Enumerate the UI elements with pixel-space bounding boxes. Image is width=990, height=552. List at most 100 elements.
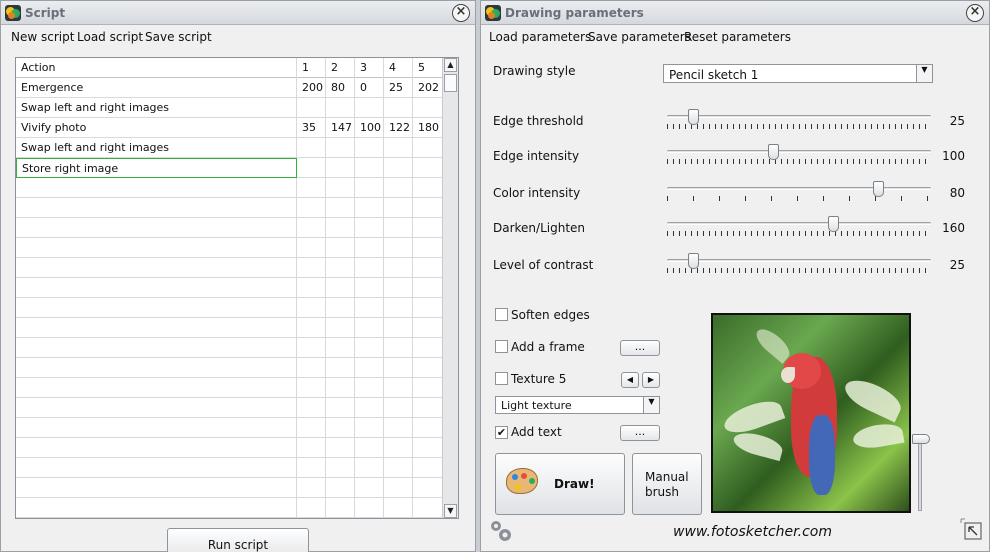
manual-brush-button[interactable]: Manual brush xyxy=(632,453,702,515)
grid-cell[interactable] xyxy=(297,498,326,518)
grid-cell[interactable]: Vivify photo xyxy=(16,118,297,138)
table-row[interactable] xyxy=(16,178,443,198)
slider-thumb[interactable] xyxy=(688,109,700,125)
grid-cell[interactable] xyxy=(413,378,443,398)
slider-thumb[interactable] xyxy=(828,216,840,232)
grid-cell[interactable] xyxy=(355,278,384,298)
grid-cell[interactable] xyxy=(413,138,443,158)
grid-cell[interactable] xyxy=(355,358,384,378)
table-row[interactable]: Swap left and right images xyxy=(16,138,443,158)
add-frame-checkbox[interactable] xyxy=(495,340,508,353)
table-row[interactable]: Vivify photo 35 147 100 122 180 xyxy=(16,118,443,138)
grid-scrollbar[interactable]: ▲ ▼ xyxy=(442,58,458,518)
grid-cell[interactable] xyxy=(326,398,355,418)
grid-cell[interactable] xyxy=(16,398,297,418)
grid-cell[interactable] xyxy=(297,178,326,198)
grid-cell[interactable] xyxy=(413,478,443,498)
grid-cell[interactable] xyxy=(413,98,443,118)
grid-cell[interactable]: Swap left and right images xyxy=(16,98,297,118)
grid-cell[interactable] xyxy=(16,278,297,298)
grid-cell[interactable] xyxy=(297,258,326,278)
table-row[interactable] xyxy=(16,278,443,298)
grid-cell[interactable] xyxy=(355,218,384,238)
texture-type-select[interactable]: Light texture ▼ xyxy=(495,396,660,414)
grid-cell[interactable] xyxy=(355,318,384,338)
table-row[interactable] xyxy=(16,198,443,218)
table-row[interactable] xyxy=(16,238,443,258)
grid-cell[interactable] xyxy=(384,258,413,278)
grid-cell[interactable] xyxy=(326,198,355,218)
grid-cell[interactable] xyxy=(384,478,413,498)
grid-cell[interactable] xyxy=(384,178,413,198)
drawing-style-select[interactable]: Pencil sketch 1 ▼ xyxy=(663,64,933,83)
table-row[interactable] xyxy=(16,358,443,378)
preview-zoom-slider-track[interactable] xyxy=(918,439,922,511)
menu-reset-parameters[interactable]: Reset parameters xyxy=(684,30,791,44)
grid-cell[interactable] xyxy=(326,498,355,518)
scroll-down-icon[interactable]: ▼ xyxy=(444,504,457,518)
grid-cell[interactable]: 200 xyxy=(297,78,326,98)
table-row[interactable] xyxy=(16,258,443,278)
table-row[interactable] xyxy=(16,438,443,458)
table-row[interactable] xyxy=(16,458,443,478)
grid-cell[interactable] xyxy=(297,378,326,398)
grid-cell[interactable] xyxy=(16,438,297,458)
grid-cell[interactable] xyxy=(326,358,355,378)
grid-cell[interactable] xyxy=(326,98,355,118)
texture-prev-icon[interactable]: ◀ xyxy=(621,372,639,388)
slider-track[interactable] xyxy=(667,222,931,225)
grid-cell[interactable] xyxy=(16,258,297,278)
grid-cell[interactable] xyxy=(326,178,355,198)
slider-track[interactable] xyxy=(667,150,931,153)
grid-cell[interactable] xyxy=(384,158,413,178)
grid-cell[interactable] xyxy=(355,438,384,458)
parameter-slider[interactable] xyxy=(667,253,931,277)
run-script-button[interactable]: Run script xyxy=(167,528,309,552)
grid-cell[interactable] xyxy=(355,478,384,498)
grid-cell[interactable] xyxy=(384,138,413,158)
grid-cell[interactable] xyxy=(413,338,443,358)
grid-cell[interactable] xyxy=(355,498,384,518)
grid-cell[interactable] xyxy=(326,478,355,498)
grid-cell[interactable] xyxy=(384,458,413,478)
grid-cell[interactable] xyxy=(297,318,326,338)
grid-cell[interactable] xyxy=(326,218,355,238)
grid-cell[interactable] xyxy=(413,198,443,218)
grid-cell[interactable] xyxy=(16,498,297,518)
menu-load-parameters[interactable]: Load parameters xyxy=(489,30,591,44)
grid-cell[interactable] xyxy=(297,398,326,418)
grid-cell[interactable]: 180 xyxy=(413,118,443,138)
grid-cell[interactable] xyxy=(326,238,355,258)
grid-cell[interactable] xyxy=(355,398,384,418)
grid-cell[interactable] xyxy=(413,318,443,338)
table-row[interactable] xyxy=(16,218,443,238)
grid-cell[interactable] xyxy=(384,358,413,378)
table-row[interactable]: Swap left and right images xyxy=(16,98,443,118)
grid-cell[interactable] xyxy=(16,178,297,198)
menu-save-script[interactable]: Save script xyxy=(145,30,212,44)
slider-thumb[interactable] xyxy=(767,144,779,160)
grid-cell[interactable] xyxy=(297,478,326,498)
grid-cell[interactable]: Swap left and right images xyxy=(16,138,297,158)
grid-cell[interactable] xyxy=(355,138,384,158)
grid-cell[interactable] xyxy=(326,458,355,478)
draw-button[interactable]: Draw! xyxy=(495,453,625,515)
grid-cell[interactable] xyxy=(413,438,443,458)
table-row[interactable] xyxy=(16,398,443,418)
grid-cell[interactable] xyxy=(297,158,326,178)
grid-cell[interactable] xyxy=(413,498,443,518)
preview-zoom-slider-thumb[interactable] xyxy=(912,434,930,444)
grid-cell[interactable] xyxy=(384,98,413,118)
grid-cell[interactable] xyxy=(355,338,384,358)
grid-cell[interactable] xyxy=(16,418,297,438)
grid-cell[interactable] xyxy=(16,358,297,378)
grid-cell[interactable]: Store right image xyxy=(16,158,297,178)
grid-cell[interactable] xyxy=(326,378,355,398)
slider-track[interactable] xyxy=(667,187,931,190)
grid-cell[interactable] xyxy=(355,98,384,118)
grid-cell[interactable] xyxy=(413,458,443,478)
grid-cell[interactable] xyxy=(355,238,384,258)
table-row[interactable] xyxy=(16,418,443,438)
grid-cell[interactable] xyxy=(297,438,326,458)
grid-cell[interactable]: 80 xyxy=(326,78,355,98)
